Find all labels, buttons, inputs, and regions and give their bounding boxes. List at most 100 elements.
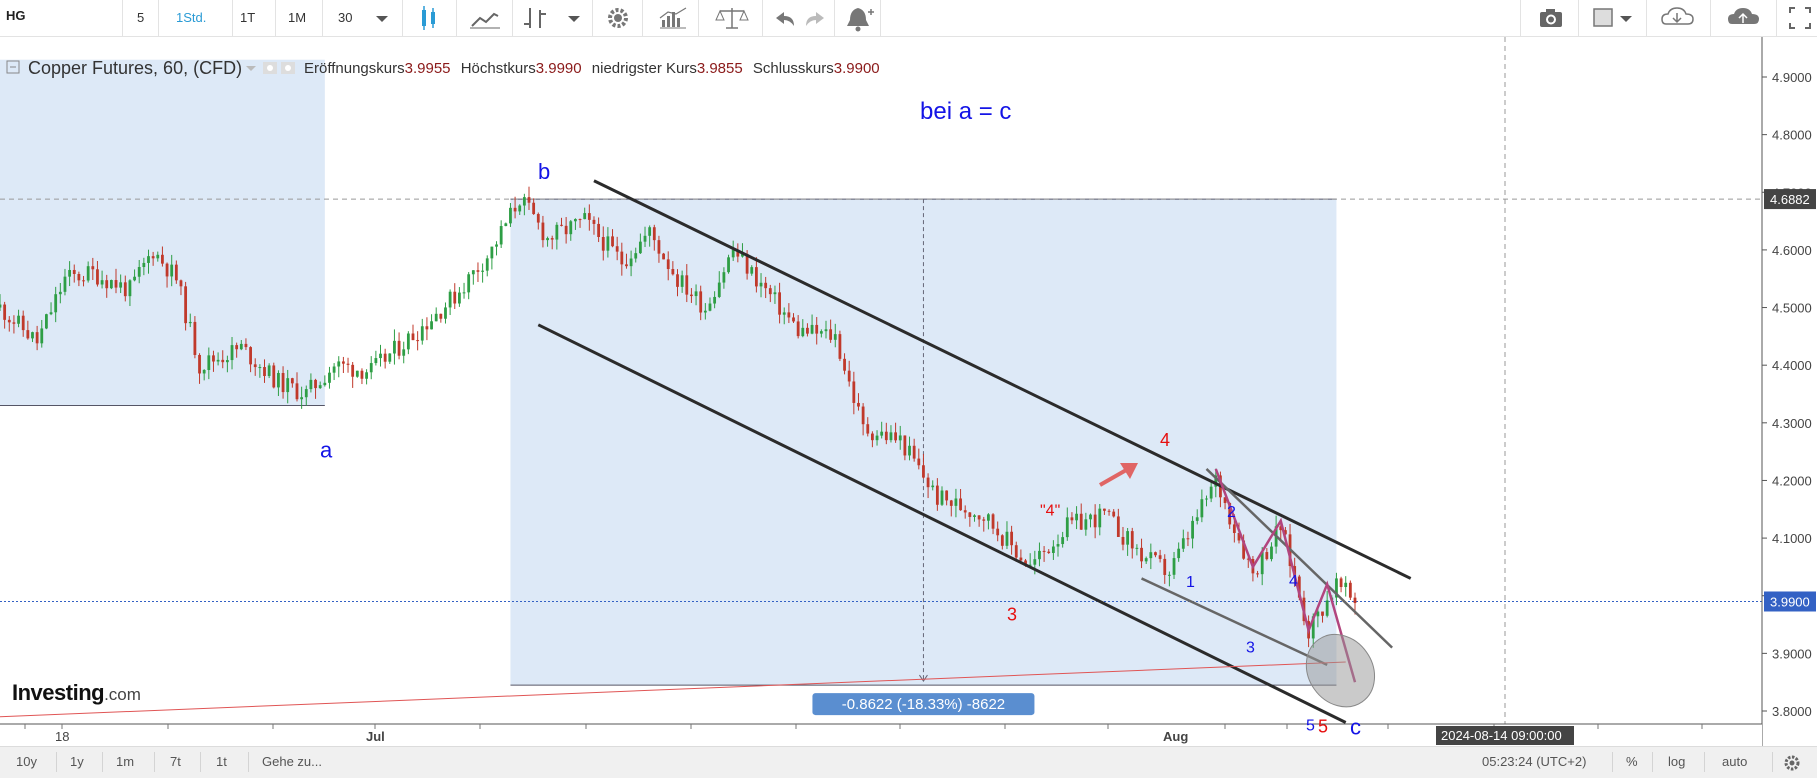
range-7t-button[interactable]: 7t [170, 754, 181, 769]
candle-body [351, 364, 355, 377]
indicator-icon[interactable] [516, 0, 556, 36]
candle-body [300, 397, 304, 400]
camera-icon[interactable] [1524, 0, 1578, 36]
range-1t-button[interactable]: 1t [216, 754, 227, 769]
chevron-down-icon[interactable] [244, 62, 258, 74]
price-chart[interactable]: -0.8622 (-18.33%) -8622 4.90004.80004.70… [0, 37, 1817, 746]
candle-body [402, 349, 406, 356]
candle-body [490, 246, 494, 259]
price-tick-label: 4.9000 [1772, 70, 1812, 85]
candle-body [768, 288, 772, 295]
goto-button[interactable]: Gehe zu... [262, 754, 322, 769]
candle-body [931, 485, 935, 488]
candle-body [940, 490, 944, 505]
interval-1h-button[interactable]: 1Std. [176, 10, 206, 25]
candle-body [304, 389, 308, 398]
candle-body [393, 340, 396, 354]
candle-body [258, 367, 262, 369]
line-chart-icon[interactable] [460, 0, 510, 36]
close-label: Schlusskurs [752, 60, 834, 77]
candle-body [829, 329, 833, 340]
indicator-dropdown-icon[interactable] [556, 0, 592, 36]
price-axis[interactable] [1762, 37, 1817, 746]
interval-dropdown-icon[interactable] [362, 0, 402, 36]
candle-body [1167, 574, 1171, 576]
candle-body [1014, 545, 1018, 558]
collapse-icon[interactable] [6, 60, 22, 76]
range-1m-button[interactable]: 1m [116, 754, 134, 769]
candle-body [782, 312, 786, 315]
layout-square-icon[interactable] [1586, 0, 1638, 36]
candle-body [467, 274, 471, 293]
candle-body [1061, 537, 1065, 545]
candle-body [1186, 538, 1190, 540]
instrument-title[interactable]: Copper Futures, 60, (CFD) [28, 58, 242, 79]
price-tick-label: 3.8000 [1772, 704, 1812, 719]
gear-icon[interactable] [596, 0, 640, 36]
candle-body [109, 280, 113, 289]
redo-icon[interactable] [796, 0, 834, 36]
candle-body [926, 477, 930, 488]
interval-1m-button[interactable]: 1M [288, 10, 306, 25]
fullscreen-icon[interactable] [1784, 0, 1816, 36]
interval-1d-button[interactable]: 1T [240, 10, 255, 25]
scale-balance-icon[interactable] [702, 0, 762, 36]
alert-bell-icon[interactable] [838, 0, 878, 36]
candle-body [17, 315, 20, 324]
price-tick-label: 4.3000 [1772, 416, 1812, 431]
interval-30-button[interactable]: 30 [338, 10, 352, 25]
candle-body [727, 257, 730, 273]
candle-body [806, 327, 809, 334]
candle-body [996, 528, 1000, 536]
auto-toggle[interactable]: auto [1722, 754, 1747, 769]
logo-text: Investing [12, 680, 105, 705]
range-1y-button[interactable]: 1y [70, 754, 84, 769]
compare-chart-icon[interactable] [646, 0, 698, 36]
candle-body [360, 370, 364, 379]
candle-body [532, 202, 536, 215]
candle-body [448, 291, 452, 308]
wave-red-4-quoted-label: "4" [1040, 502, 1060, 519]
candle-body [852, 381, 856, 403]
cloud-download-icon[interactable] [1656, 0, 1700, 36]
price-high-tag-label: 4.6882 [1770, 192, 1810, 207]
candle-body [922, 465, 925, 478]
candle-body [31, 332, 34, 339]
range-10y-button[interactable]: 10y [16, 754, 37, 769]
close-value: 3.9900 [833, 60, 880, 77]
log-toggle[interactable]: log [1668, 754, 1685, 769]
candle-body [875, 435, 879, 441]
candle-body [773, 292, 777, 295]
candle-body [54, 294, 58, 313]
candle-body [1005, 531, 1009, 546]
candle-body [225, 360, 229, 363]
cloud-upload-icon[interactable] [1722, 0, 1766, 36]
candle-body [1089, 514, 1092, 520]
candle-body [564, 225, 568, 235]
candle-body [68, 269, 72, 277]
candle-body [587, 213, 591, 220]
settings-gear-icon[interactable] [1782, 753, 1802, 773]
interval-5-button[interactable]: 5 [137, 10, 144, 25]
toolbar-divider [122, 0, 123, 36]
candle-body [1195, 517, 1199, 521]
candle-body [156, 254, 160, 259]
clock-readout[interactable]: 05:23:24 (UTC+2) [1482, 754, 1586, 769]
candle-body [1140, 547, 1143, 562]
visibility-icon[interactable] [262, 61, 298, 75]
percent-toggle[interactable]: % [1626, 754, 1638, 769]
candle-body [430, 321, 433, 330]
candlestick-icon[interactable] [404, 0, 454, 36]
candle-body [114, 280, 118, 288]
candle-body [648, 227, 652, 236]
candle-body [82, 280, 85, 282]
candle-body [690, 294, 693, 297]
candle-body [147, 256, 150, 263]
candle-body [597, 223, 601, 238]
candle-body [91, 266, 95, 270]
candle-body [1200, 499, 1204, 518]
candle-body [341, 361, 345, 364]
candle-body [453, 291, 457, 304]
symbol-field[interactable]: HG [6, 8, 26, 23]
candle-body [207, 355, 211, 370]
